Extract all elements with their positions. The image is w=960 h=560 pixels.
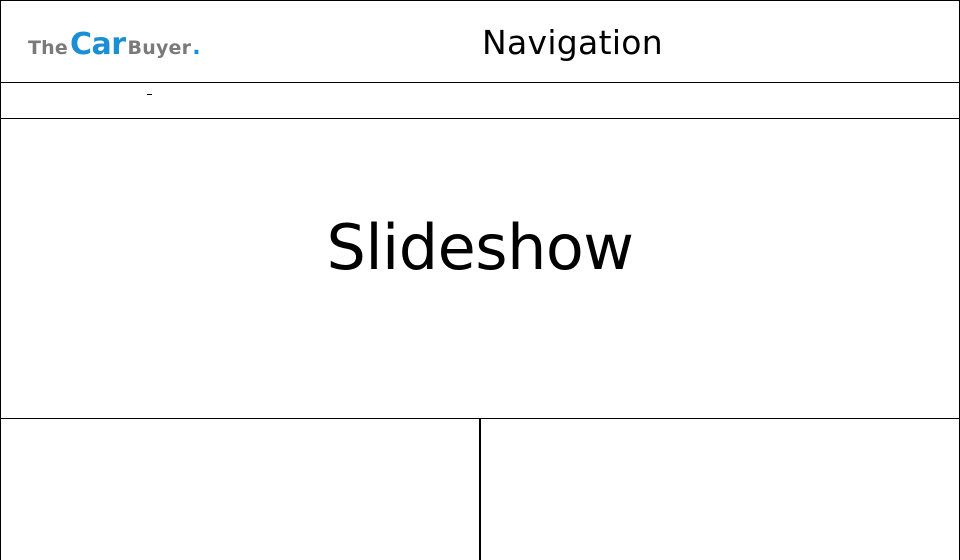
header: The Car Buyer . Navigation bbox=[0, 0, 960, 82]
navigation-placeholder: Navigation bbox=[482, 23, 663, 62]
logo-car-text: Car bbox=[69, 27, 126, 62]
bar-dash-mark bbox=[147, 94, 152, 95]
slideshow-placeholder: Slideshow bbox=[0, 118, 960, 419]
content-panel-right bbox=[479, 418, 960, 560]
page: The Car Buyer . Navigation Slideshow bbox=[0, 0, 960, 560]
logo-the-text: The bbox=[28, 37, 68, 59]
slideshow-label: Slideshow bbox=[326, 210, 634, 284]
logo-buyer-text: Buyer bbox=[127, 37, 192, 59]
logo-dot: . bbox=[192, 35, 201, 60]
content-panel-left bbox=[0, 418, 481, 560]
site-logo[interactable]: The Car Buyer . bbox=[28, 27, 201, 62]
secondary-bar bbox=[0, 82, 960, 119]
